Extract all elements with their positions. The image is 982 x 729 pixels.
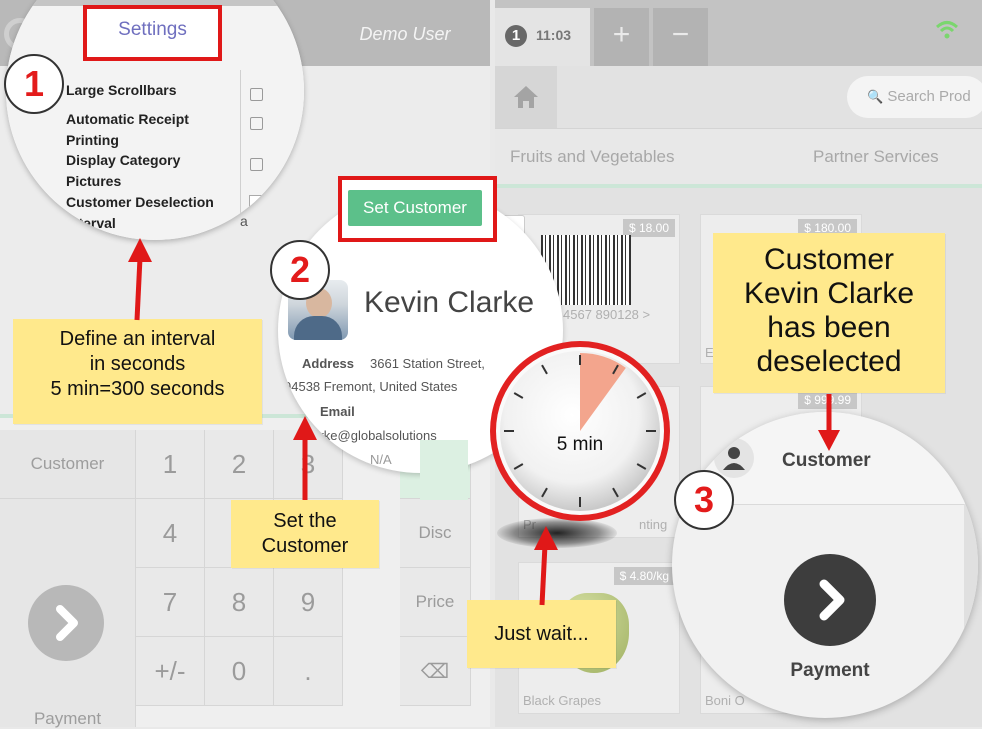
arrow-to-timer	[539, 544, 548, 606]
arrow-head	[534, 526, 558, 550]
arrow-to-interval-field	[134, 257, 143, 321]
arrow-head	[293, 416, 317, 440]
annotation-arrows	[128, 238, 840, 606]
arrow-head	[128, 238, 152, 262]
arrow-head	[818, 430, 840, 451]
